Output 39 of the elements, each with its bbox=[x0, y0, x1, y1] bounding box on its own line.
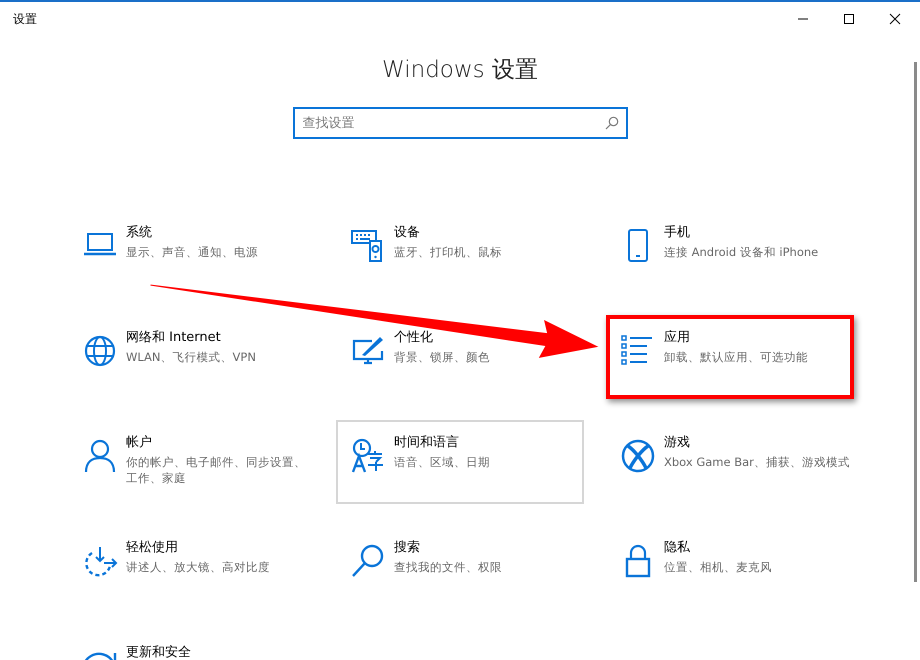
tile-subtitle: 位置、相机、麦克风 bbox=[664, 559, 773, 575]
page-heading: Windows 设置 bbox=[381, 56, 539, 85]
tile-subtitle: 你的帐户、电子邮件、同步设置、工作、家庭 bbox=[126, 454, 307, 486]
tile-title: 设备 bbox=[394, 224, 421, 242]
search-icon bbox=[604, 116, 618, 130]
tile-title: 帐户 bbox=[126, 434, 153, 452]
tile-subtitle: 讲述人、放大镜、高对比度 bbox=[126, 559, 271, 575]
tile-title: 时间和语言 bbox=[394, 434, 460, 452]
person-icon bbox=[82, 438, 118, 474]
globe-icon bbox=[82, 333, 118, 369]
tile-subtitle: 语音、区域、日期 bbox=[394, 454, 491, 470]
tile-subtitle: 背景、锁屏、颜色 bbox=[394, 349, 491, 365]
tile-title: 个性化 bbox=[394, 329, 434, 347]
clock-letters-icon bbox=[350, 438, 386, 474]
xbox-icon bbox=[620, 438, 656, 474]
tile-subtitle: Xbox Game Bar、捕获、游戏模式 bbox=[664, 454, 851, 470]
tile-subtitle: 显示、声音、通知、电源 bbox=[126, 244, 259, 260]
tile-subtitle: 卸载、默认应用、可选功能 bbox=[664, 349, 809, 365]
tile-title: 应用 bbox=[664, 329, 691, 347]
tile-title: 系统 bbox=[126, 224, 153, 242]
settings-tile[interactable]: 应用 卸载、默认应用、可选功能 bbox=[606, 315, 854, 399]
tile-title: 更新和安全 bbox=[126, 644, 191, 660]
tile-title: 手机 bbox=[664, 224, 691, 242]
tile-title: 网络和 Internet bbox=[126, 329, 222, 347]
tile-subtitle: WLAN、飞行模式、VPN bbox=[126, 349, 257, 365]
tile-title: 轻松使用 bbox=[126, 539, 179, 557]
tile-title: 搜索 bbox=[394, 539, 421, 557]
tile-subtitle: 查找我的文件、权限 bbox=[394, 559, 503, 575]
tile-subtitle: 蓝牙、打印机、鼠标 bbox=[394, 244, 503, 260]
search-icon bbox=[350, 543, 386, 579]
search-field[interactable]: 查找设置 bbox=[292, 107, 628, 139]
tile-subtitle: 连接 Android 设备和 iPhone bbox=[664, 244, 820, 260]
scrollbar[interactable] bbox=[914, 62, 917, 582]
window-title: 设置 bbox=[12, 10, 37, 28]
close-icon bbox=[889, 12, 901, 24]
tile-title: 隐私 bbox=[664, 539, 691, 557]
settings-tile[interactable]: 时间和语言 语音、区域、日期 bbox=[336, 420, 584, 504]
tile-title: 游戏 bbox=[664, 434, 691, 452]
maximize-icon bbox=[843, 12, 855, 24]
